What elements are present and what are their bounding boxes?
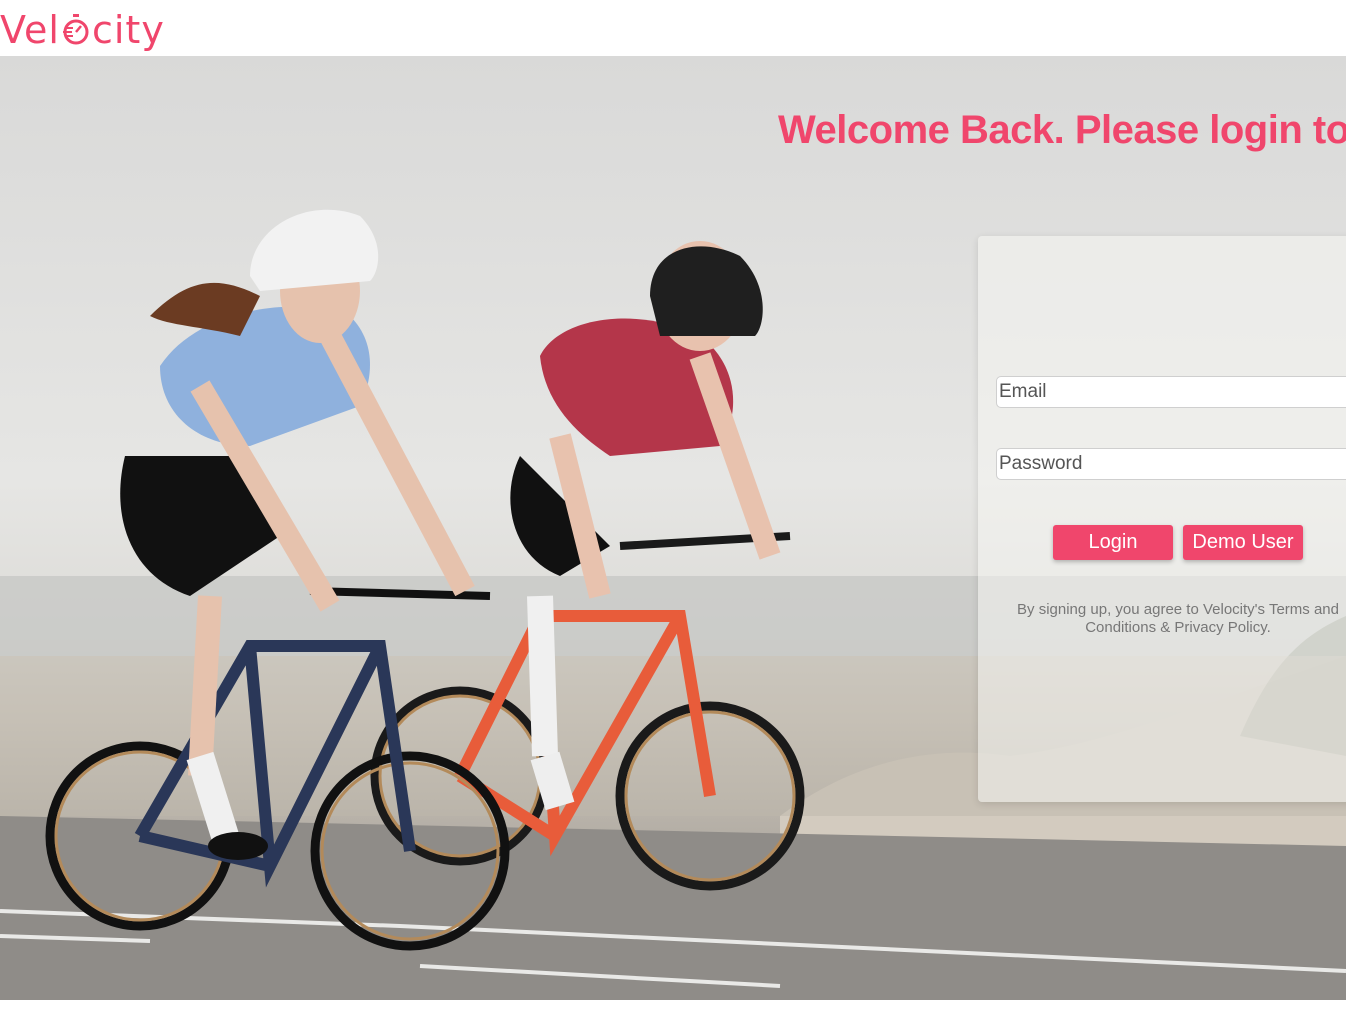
terms-notice: By signing up, you agree to Velocity's T… [1017,601,1339,636]
login-card [978,236,1346,802]
demo-user-button[interactable]: Demo User [1183,525,1303,560]
login-button[interactable]: Login [1053,525,1173,560]
page-bottom-strip [0,1000,1346,1009]
top-header: Vel city [0,0,1346,56]
stopwatch-logo-icon [62,14,89,45]
logo-text-prefix: Vel [0,8,60,52]
logo-text-suffix: city [91,8,165,52]
password-input[interactable] [996,448,1346,480]
email-input[interactable] [996,376,1346,408]
welcome-headline: Welcome Back. Please login to y [778,108,1346,152]
velocity-logo[interactable]: Vel city [0,8,165,52]
